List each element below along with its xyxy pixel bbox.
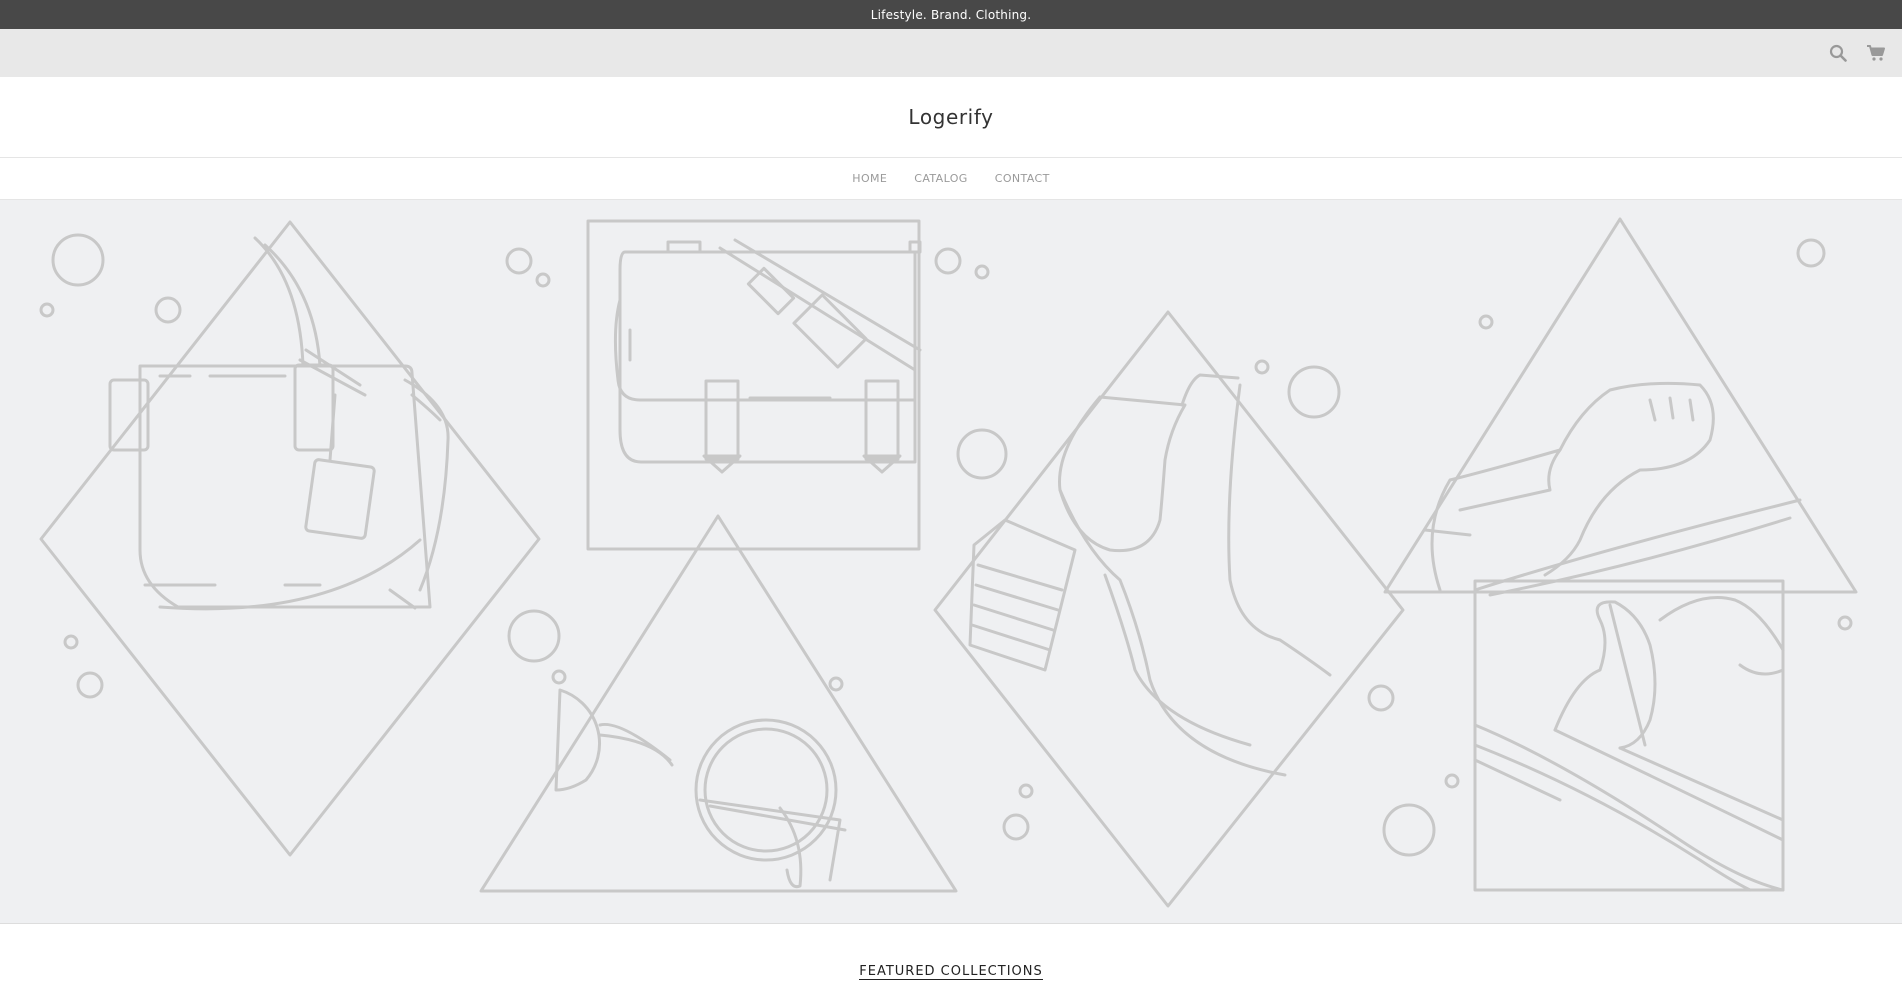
announcement-bar: Lifestyle. Brand. Clothing. (0, 0, 1902, 29)
glasses-illustration (479, 514, 958, 893)
cart-icon[interactable] (1866, 43, 1886, 63)
featured-collections-section: FEATURED COLLECTIONS (0, 924, 1902, 994)
decorative-bubbles (39, 233, 1853, 857)
announcement-text: Lifestyle. Brand. Clothing. (870, 7, 1032, 22)
site-header: Logerify (0, 77, 1902, 158)
feather-hat-illustration (1473, 579, 1785, 892)
site-logo[interactable]: Logerify (908, 105, 993, 129)
messenger-bag-illustration (586, 219, 922, 551)
hero-banner (0, 200, 1902, 924)
utility-bar (0, 29, 1902, 77)
search-icon[interactable] (1828, 43, 1848, 63)
handbag-illustration (39, 220, 541, 857)
oxford-shoe-illustration (1383, 217, 1858, 597)
nav-item-contact[interactable]: CONTACT (995, 172, 1050, 185)
nav-item-catalog[interactable]: CATALOG (914, 172, 967, 185)
main-nav: HOME CATALOG CONTACT (0, 158, 1902, 200)
featured-collections-title[interactable]: FEATURED COLLECTIONS (859, 964, 1043, 980)
hero-illustration (39, 217, 1858, 908)
nav-item-home[interactable]: HOME (852, 172, 887, 185)
utility-icons (1828, 29, 1886, 77)
high-heel-illustration (933, 310, 1405, 908)
